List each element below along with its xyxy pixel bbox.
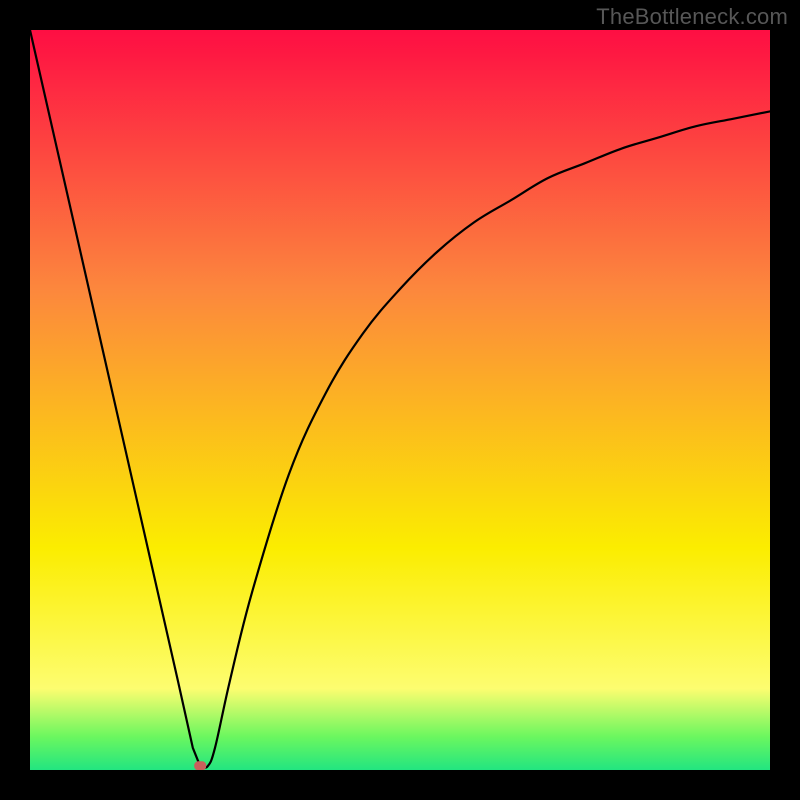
minimum-marker [194, 761, 206, 770]
plot-area [30, 30, 770, 770]
gradient-background [30, 30, 770, 770]
chart-frame: TheBottleneck.com [0, 0, 800, 800]
chart-svg [30, 30, 770, 770]
watermark-text: TheBottleneck.com [596, 4, 788, 30]
